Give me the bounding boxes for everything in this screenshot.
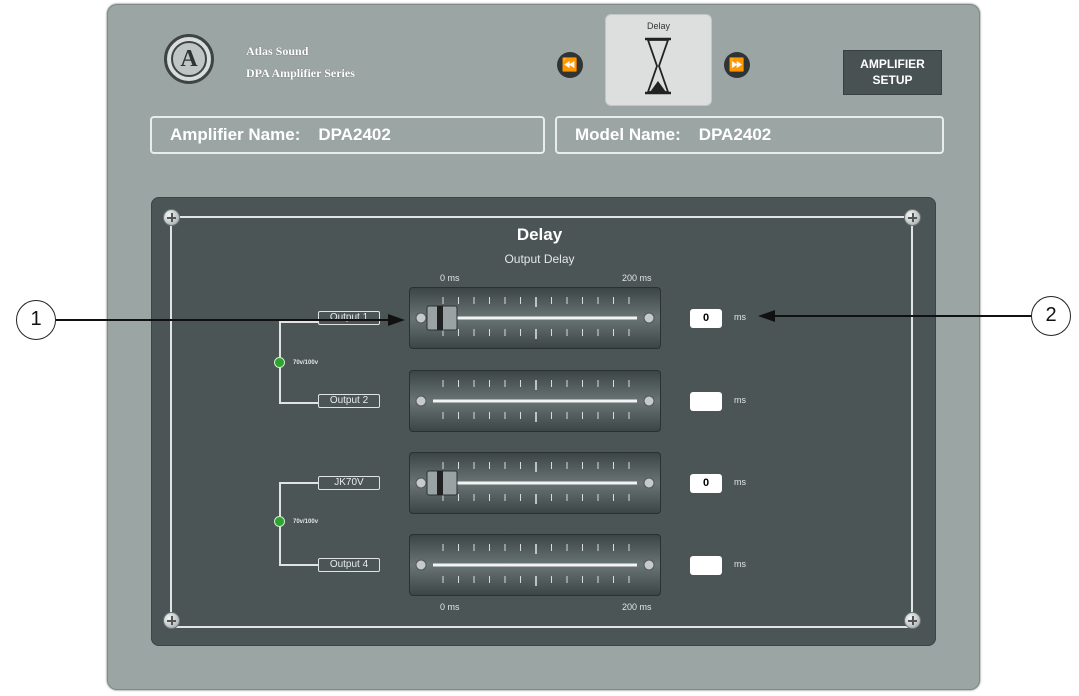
callout-arrows <box>56 310 1031 326</box>
